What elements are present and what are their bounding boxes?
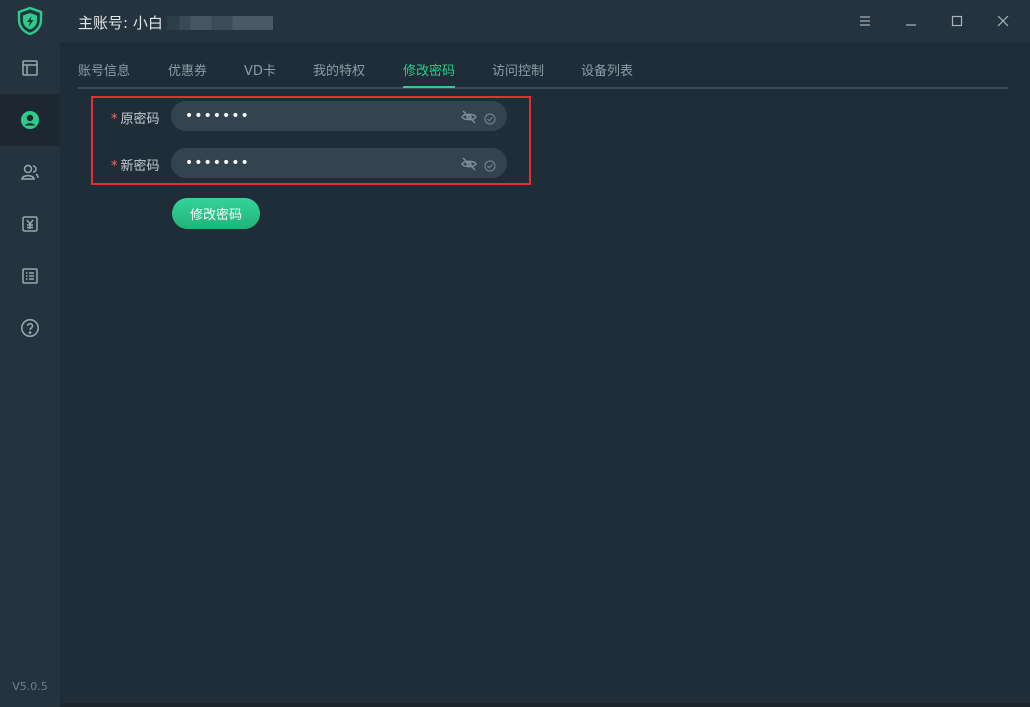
new-password-input[interactable] bbox=[171, 148, 441, 178]
toggle-visibility-button[interactable] bbox=[461, 156, 477, 175]
user-icon bbox=[21, 111, 39, 129]
tab-coupons[interactable]: 优惠券 bbox=[168, 60, 207, 79]
toggle-visibility-button[interactable] bbox=[461, 109, 477, 128]
minimize-button[interactable] bbox=[888, 0, 934, 42]
sidebar-item-orders[interactable] bbox=[0, 250, 60, 302]
app-logo bbox=[0, 0, 60, 42]
new-password-field bbox=[171, 148, 507, 178]
close-button[interactable] bbox=[980, 0, 1026, 42]
help-icon bbox=[21, 319, 39, 337]
sidebar-item-account[interactable] bbox=[0, 94, 60, 146]
eye-off-icon bbox=[461, 157, 477, 171]
redacted-account-id bbox=[166, 15, 273, 30]
menu-icon bbox=[860, 16, 870, 26]
required-mark: * bbox=[111, 112, 118, 127]
sidebar-item-help[interactable] bbox=[0, 302, 60, 354]
shield-logo-icon bbox=[17, 7, 43, 35]
account-title: 主账号: 小白 bbox=[78, 12, 273, 33]
old-password-label-text: 原密码 bbox=[120, 112, 160, 127]
account-label: 主账号: 小白 bbox=[78, 14, 163, 32]
tab-account-info[interactable]: 账号信息 bbox=[78, 60, 130, 79]
old-password-label: * 原密码 bbox=[111, 108, 160, 127]
version-label: V5.0.5 bbox=[12, 680, 48, 693]
sidebar: V5.0.5 bbox=[0, 0, 60, 707]
tab-access-control[interactable]: 访问控制 bbox=[492, 60, 544, 79]
close-icon bbox=[997, 15, 1009, 27]
old-password-input[interactable] bbox=[171, 101, 441, 131]
menu-button[interactable] bbox=[842, 0, 888, 42]
tab-device-list[interactable]: 设备列表 bbox=[581, 60, 633, 79]
maximize-button[interactable] bbox=[934, 0, 980, 42]
valid-check-icon bbox=[484, 157, 496, 176]
yuan-icon bbox=[22, 216, 38, 232]
account-tabs: 账号信息 优惠券 VD卡 我的特权 修改密码 访问控制 设备列表 bbox=[78, 60, 1008, 89]
maximize-icon bbox=[951, 15, 963, 27]
sidebar-item-billing[interactable] bbox=[0, 198, 60, 250]
title-bar: 主账号: 小白 bbox=[60, 0, 1030, 42]
required-mark: * bbox=[111, 159, 118, 174]
bottom-edge bbox=[60, 703, 1030, 707]
new-password-label: * 新密码 bbox=[111, 155, 160, 174]
layout-icon bbox=[22, 60, 38, 76]
minimize-icon bbox=[906, 24, 916, 26]
sidebar-item-members[interactable] bbox=[0, 146, 60, 198]
eye-off-icon bbox=[461, 110, 477, 124]
new-password-label-text: 新密码 bbox=[120, 159, 160, 174]
tab-vd-card[interactable]: VD卡 bbox=[244, 60, 276, 79]
tab-change-password[interactable]: 修改密码 bbox=[403, 60, 456, 88]
sidebar-item-layout[interactable] bbox=[0, 42, 60, 94]
users-icon bbox=[21, 164, 39, 180]
change-password-button[interactable]: 修改密码 bbox=[172, 198, 260, 229]
valid-check-icon bbox=[484, 110, 496, 129]
tab-privileges[interactable]: 我的特权 bbox=[313, 60, 365, 79]
list-icon bbox=[22, 268, 38, 284]
old-password-field bbox=[171, 101, 507, 131]
